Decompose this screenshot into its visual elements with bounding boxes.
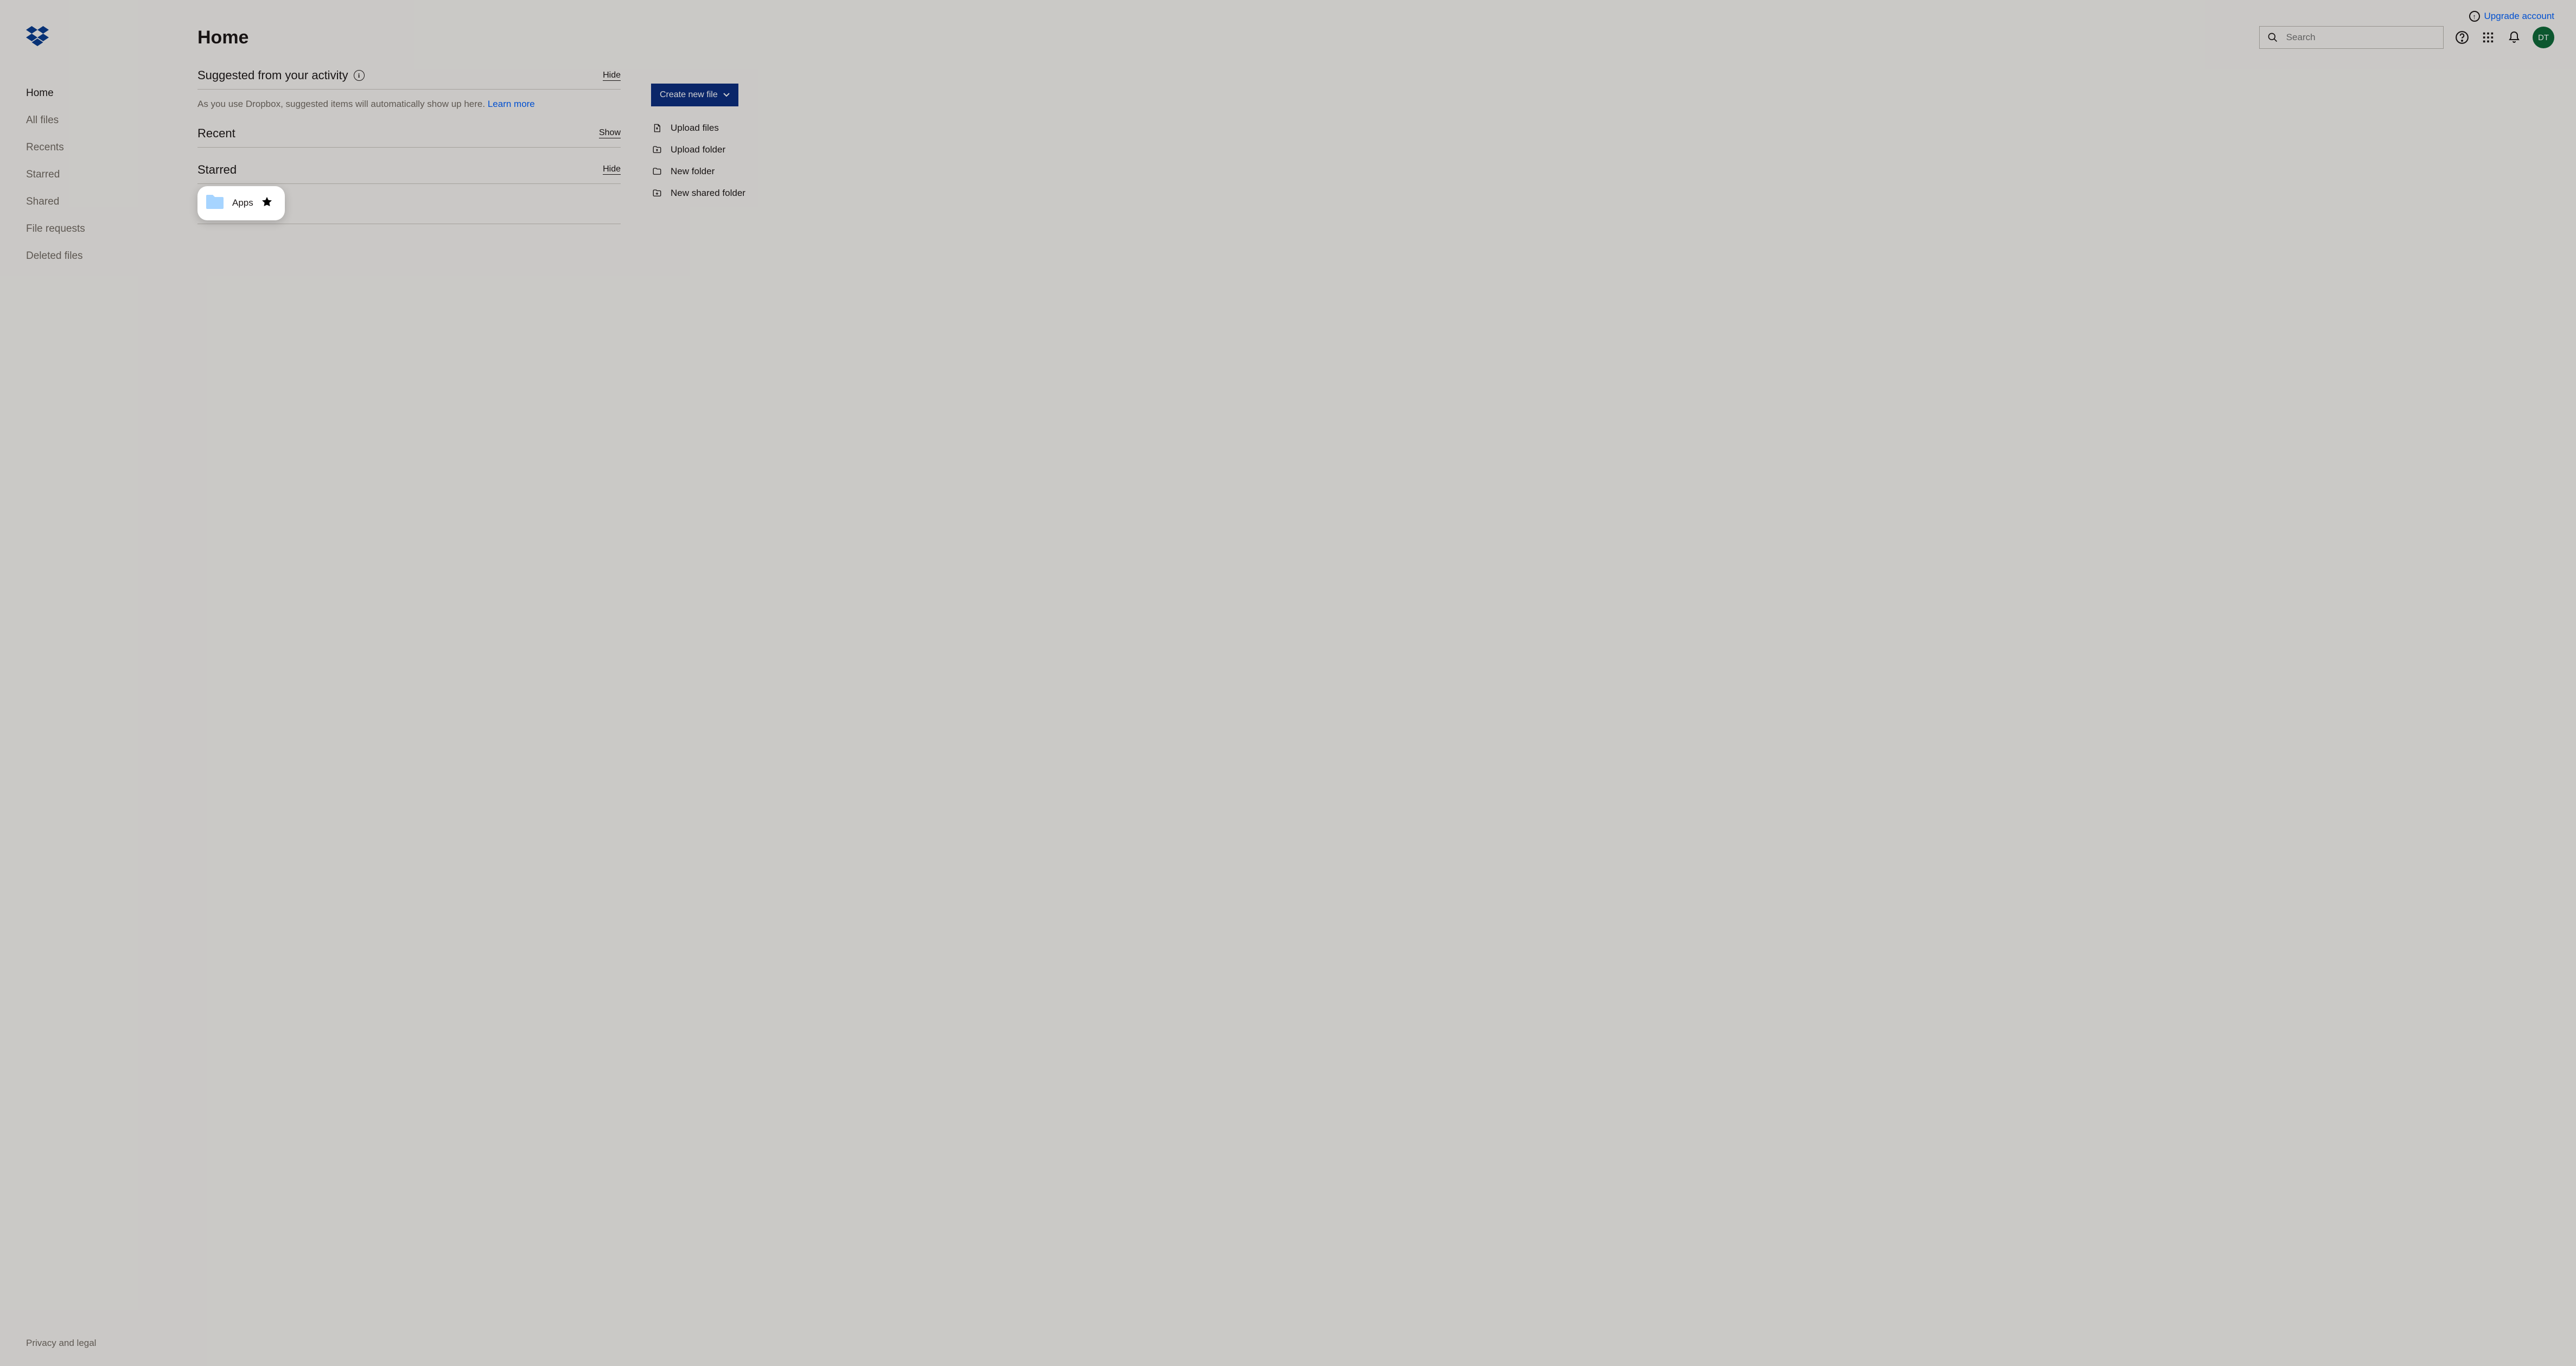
upload-files-action[interactable]: Upload files <box>651 117 770 139</box>
chevron-down-icon <box>723 91 730 99</box>
sidebar: Home All files Recents Starred Shared Fi… <box>0 0 169 1366</box>
suggested-hide-toggle[interactable]: Hide <box>603 71 621 81</box>
sidebar-item-all-files[interactable]: All files <box>26 107 158 134</box>
starred-hide-toggle[interactable]: Hide <box>603 164 621 175</box>
action-label: New folder <box>671 166 715 177</box>
dropbox-icon <box>26 26 49 47</box>
sidebar-item-file-requests[interactable]: File requests <box>26 215 158 243</box>
create-new-file-label: Create new file <box>660 90 718 100</box>
action-label: New shared folder <box>671 188 745 199</box>
folder-upload-icon <box>651 144 663 155</box>
create-new-file-button[interactable]: Create new file <box>651 84 738 106</box>
recent-show-toggle[interactable]: Show <box>599 128 621 138</box>
page-title: Home <box>197 27 248 48</box>
upload-folder-action[interactable]: Upload folder <box>651 139 770 161</box>
topbar: Home <box>197 26 2554 49</box>
learn-more-link[interactable]: Learn more <box>488 99 535 109</box>
action-label: Upload folder <box>671 144 725 155</box>
sidebar-item-shared[interactable]: Shared <box>26 188 158 215</box>
recent-section: Recent Show <box>197 126 621 148</box>
sections: Suggested from your activity i Hide As y… <box>197 68 621 239</box>
starred-item-label: Apps <box>232 198 253 208</box>
folder-plus-icon <box>651 188 663 199</box>
file-upload-icon <box>651 123 663 134</box>
avatar[interactable]: DT <box>2533 27 2554 48</box>
starred-title: Starred <box>197 163 237 177</box>
search-input[interactable] <box>2286 32 2437 43</box>
suggested-title: Suggested from your activity i <box>197 68 365 82</box>
sidebar-item-deleted-files[interactable]: Deleted files <box>26 243 158 270</box>
search-box[interactable] <box>2259 26 2444 49</box>
suggested-section: Suggested from your activity i Hide As y… <box>197 68 621 111</box>
sidebar-item-starred[interactable]: Starred <box>26 161 158 188</box>
starred-item-apps[interactable]: Apps <box>197 186 285 220</box>
new-shared-folder-action[interactable]: New shared folder <box>651 182 770 204</box>
suggested-body-text: As you use Dropbox, suggested items will… <box>197 99 488 109</box>
sidebar-nav: Home All files Recents Starred Shared Fi… <box>26 80 158 1338</box>
apps-grid-icon[interactable] <box>2481 30 2496 45</box>
action-label: Upload files <box>671 123 719 134</box>
help-icon[interactable] <box>2454 30 2470 45</box>
sidebar-item-home[interactable]: Home <box>26 80 158 107</box>
main-content: ↑ Upgrade account Home <box>169 0 2576 1366</box>
suggested-title-text: Suggested from your activity <box>197 68 348 82</box>
recent-title: Recent <box>197 126 235 141</box>
notifications-icon[interactable] <box>2507 30 2522 45</box>
folder-icon <box>205 194 225 213</box>
actions-panel: Create new file Upload files <box>651 68 770 204</box>
privacy-legal-link[interactable]: Privacy and legal <box>26 1338 158 1353</box>
search-icon <box>2266 30 2280 45</box>
star-icon <box>261 196 273 211</box>
info-icon[interactable]: i <box>354 70 365 81</box>
upgrade-account-link[interactable]: ↑ Upgrade account <box>2469 11 2554 22</box>
sidebar-item-recents[interactable]: Recents <box>26 134 158 161</box>
dropbox-logo[interactable] <box>26 26 158 49</box>
upgrade-label: Upgrade account <box>2484 11 2554 22</box>
folder-icon <box>651 166 663 177</box>
new-folder-action[interactable]: New folder <box>651 161 770 182</box>
suggested-body: As you use Dropbox, suggested items will… <box>197 97 621 111</box>
upgrade-arrow-icon: ↑ <box>2469 11 2480 22</box>
starred-section: Starred Hide Apps <box>197 163 621 224</box>
